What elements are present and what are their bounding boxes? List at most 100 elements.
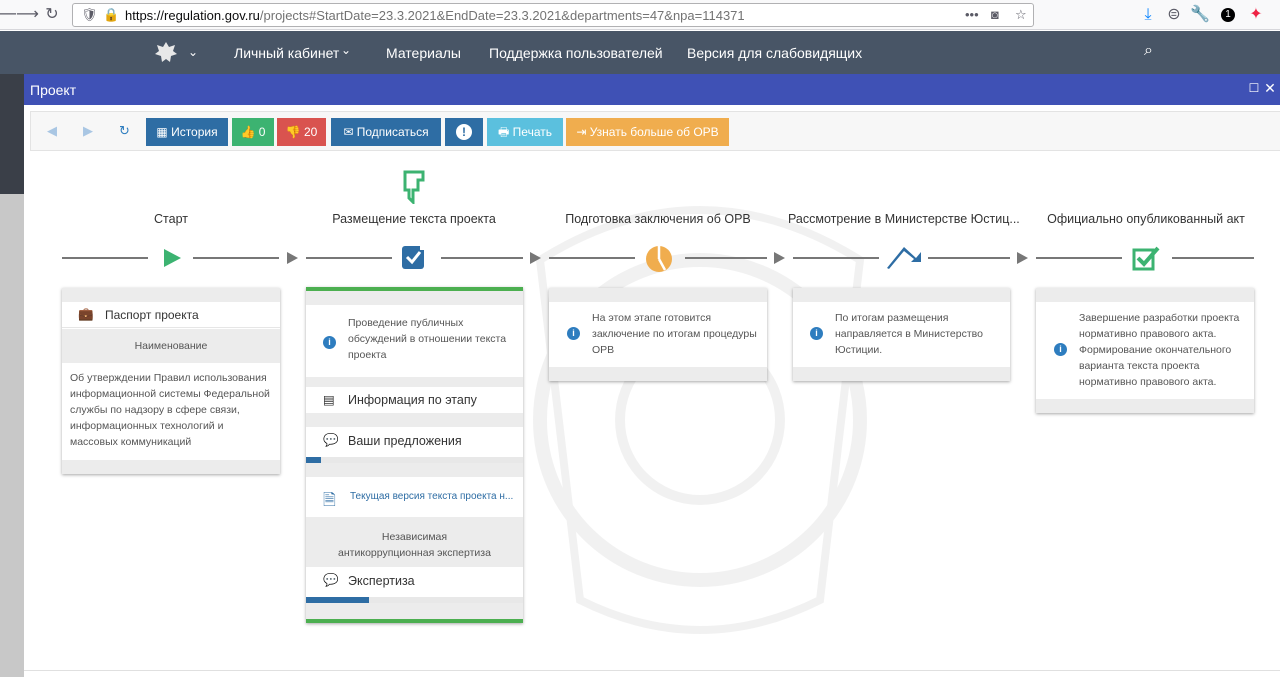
current-version-link[interactable]: Текущая версия текста проекта н... — [350, 491, 513, 502]
timeline-segment — [193, 257, 279, 259]
reload-icon[interactable]: ↻ — [42, 5, 62, 25]
timeline-segment — [62, 257, 148, 259]
comment-icon: 💬 — [323, 433, 339, 447]
passport-row[interactable]: 💼 Паспорт проекта — [62, 302, 280, 328]
timeline-arrow-icon — [774, 252, 785, 264]
project-name-text: Об утверждении Правил использования инфо… — [70, 372, 270, 448]
published-info-text: Завершение разработки проекта нормативно… — [1079, 312, 1240, 388]
play-icon[interactable] — [162, 248, 182, 268]
alert-button[interactable]: ! — [445, 118, 483, 146]
timeline-segment — [549, 257, 635, 259]
stage-title-start: Старт — [154, 212, 188, 226]
anticorruption-section: Независимая антикоррупционная экспертиза — [306, 517, 523, 567]
timeline-segment — [685, 257, 767, 259]
name-label: Наименование — [134, 340, 208, 352]
anticorruption-label: Независимая антикоррупционная экспертиза — [338, 531, 491, 559]
justice-info-text: По итогам размещения направляется в Мини… — [835, 312, 983, 356]
lock-icon[interactable]: 🔒 — [103, 7, 119, 23]
dislike-button[interactable]: 👎 20 — [277, 118, 326, 146]
emblem-icon[interactable] — [153, 39, 179, 65]
proposals-row[interactable]: 💬 Ваши предложения — [306, 427, 523, 463]
pocket-icon[interactable]: ◙ — [991, 7, 999, 22]
forward-icon[interactable]: ⟶ — [16, 5, 39, 25]
history-button[interactable]: ▦ История — [146, 118, 228, 146]
pie-icon[interactable] — [645, 245, 673, 273]
search-icon[interactable]: ⌕ — [1144, 42, 1153, 60]
extension-icon[interactable]: ⊜ — [1164, 5, 1184, 25]
close-icon[interactable]: ✕ — [1262, 80, 1278, 97]
stage-title-placement: Размещение текста проекта — [332, 212, 496, 226]
card-start: 💼 Паспорт проекта Наименование Об утверж… — [62, 288, 280, 474]
timeline-segment — [306, 257, 392, 259]
wrench-icon[interactable]: 🔧 — [1190, 5, 1210, 25]
stage-title-justice: Рассмотрение в Министерстве Юстиц... — [788, 212, 1020, 226]
orv-info-text: На этом этапе готовится заключение по ит… — [592, 312, 757, 356]
nav-materials[interactable]: Материалы — [386, 45, 461, 61]
timeline-segment — [793, 257, 879, 259]
info-icon: i — [323, 336, 336, 349]
chevron-down-icon[interactable]: ⌄ — [188, 45, 198, 59]
passport-label: Паспорт проекта — [105, 308, 199, 322]
proposals-label: Ваши предложения — [348, 434, 462, 448]
info-icon: i — [810, 327, 823, 340]
like-button[interactable]: 👍 0 — [232, 118, 274, 146]
expertise-row[interactable]: 💬 Экспертиза — [306, 567, 523, 603]
arrow-up-icon[interactable] — [886, 244, 922, 270]
timeline-segment — [441, 257, 523, 259]
prev-icon[interactable]: ◀ — [47, 123, 57, 139]
card-justice: i По итогам размещения направляется в Ми… — [793, 288, 1010, 381]
address-bar[interactable]: 🛡 🔒 https://regulation.gov.ru/projects#S… — [72, 3, 1034, 27]
timeline-arrow-icon — [287, 252, 298, 264]
url-text[interactable]: https://regulation.gov.ru/projects#Start… — [125, 8, 745, 23]
next-icon[interactable]: ▶ — [83, 123, 93, 139]
document-icon: 🗎 — [323, 492, 336, 509]
print-button[interactable]: 🖶 Печать — [487, 118, 563, 146]
nav-support[interactable]: Поддержка пользователей — [489, 45, 663, 61]
name-section: Наименование — [62, 329, 280, 363]
chevron-down-icon[interactable]: ⌄ — [341, 43, 351, 57]
download-icon[interactable]: ⤓ — [1138, 5, 1158, 25]
divider — [24, 670, 1280, 671]
refresh-icon[interactable]: ↻ — [119, 123, 130, 139]
exclamation-icon: ! — [456, 124, 472, 140]
current-version-row[interactable]: 🗎 Текущая версия текста проекта н... — [306, 477, 523, 517]
placement-info: i Проведение публичных обсуждений в отно… — [306, 305, 523, 377]
maximize-icon[interactable]: ☐ — [1246, 81, 1262, 95]
timeline-segment — [1036, 257, 1122, 259]
list-icon: ▤ — [323, 393, 335, 407]
shield-icon[interactable]: 🛡 — [81, 7, 98, 23]
site-navigation: ⌄ Личный кабинет ⌄ Материалы Поддержка п… — [0, 31, 1280, 74]
info-icon: i — [1054, 343, 1067, 356]
subscribe-button[interactable]: ✉ Подписаться — [331, 118, 441, 146]
browser-toolbar: ⟵ ⟶ ↻ 🛡 🔒 https://regulation.gov.ru/proj… — [0, 0, 1280, 30]
emblem-watermark — [533, 206, 867, 634]
timeline-arrow-icon — [1017, 252, 1028, 264]
checklist-icon[interactable] — [400, 243, 428, 271]
stage-title-orv: Подготовка заключения об ОРВ — [565, 212, 751, 226]
card-published: i Завершение разработки проекта норматив… — [1036, 288, 1254, 413]
info-icon: i — [567, 327, 580, 340]
background-strip — [0, 74, 24, 677]
timeline-segment — [1172, 257, 1254, 259]
comment-icon: 💬 — [323, 573, 339, 587]
more-icon[interactable]: ••• — [965, 7, 979, 22]
card-orv: i На этом этапе готовится заключение по … — [549, 288, 767, 381]
expertise-label: Экспертиза — [348, 574, 415, 588]
badge-icon[interactable]: 1 — [1218, 5, 1238, 25]
dialog-title: Проект — [30, 82, 77, 98]
timeline-arrow-icon — [530, 252, 541, 264]
back-icon[interactable]: ⟵ — [0, 5, 17, 25]
check-icon[interactable] — [1132, 245, 1160, 271]
briefcase-icon: 💼 — [78, 307, 94, 321]
nav-accessible-version[interactable]: Версия для слабовидящих — [687, 45, 862, 61]
placement-info-text: Проведение публичных обсуждений в отноше… — [348, 317, 507, 361]
stage-info-row[interactable]: ▤ Информация по этапу — [306, 387, 523, 413]
stage-info-label: Информация по этапу — [348, 393, 477, 407]
bookmark-star-icon[interactable]: ☆ — [1015, 7, 1027, 23]
nav-personal-account[interactable]: Личный кабинет — [234, 45, 339, 61]
card-placement: i Проведение публичных обсуждений в отно… — [306, 287, 523, 623]
project-toolbar: ◀ ▶ ↻ ▦ История 👍 0 👎 20 ✉ Подписаться !… — [30, 111, 1280, 151]
learn-orv-button[interactable]: ⇥ Узнать больше об ОРВ — [566, 118, 729, 146]
addon-icon[interactable]: ✦ — [1246, 5, 1266, 25]
dialog-header: Проект ☐ ✕ — [24, 74, 1280, 105]
